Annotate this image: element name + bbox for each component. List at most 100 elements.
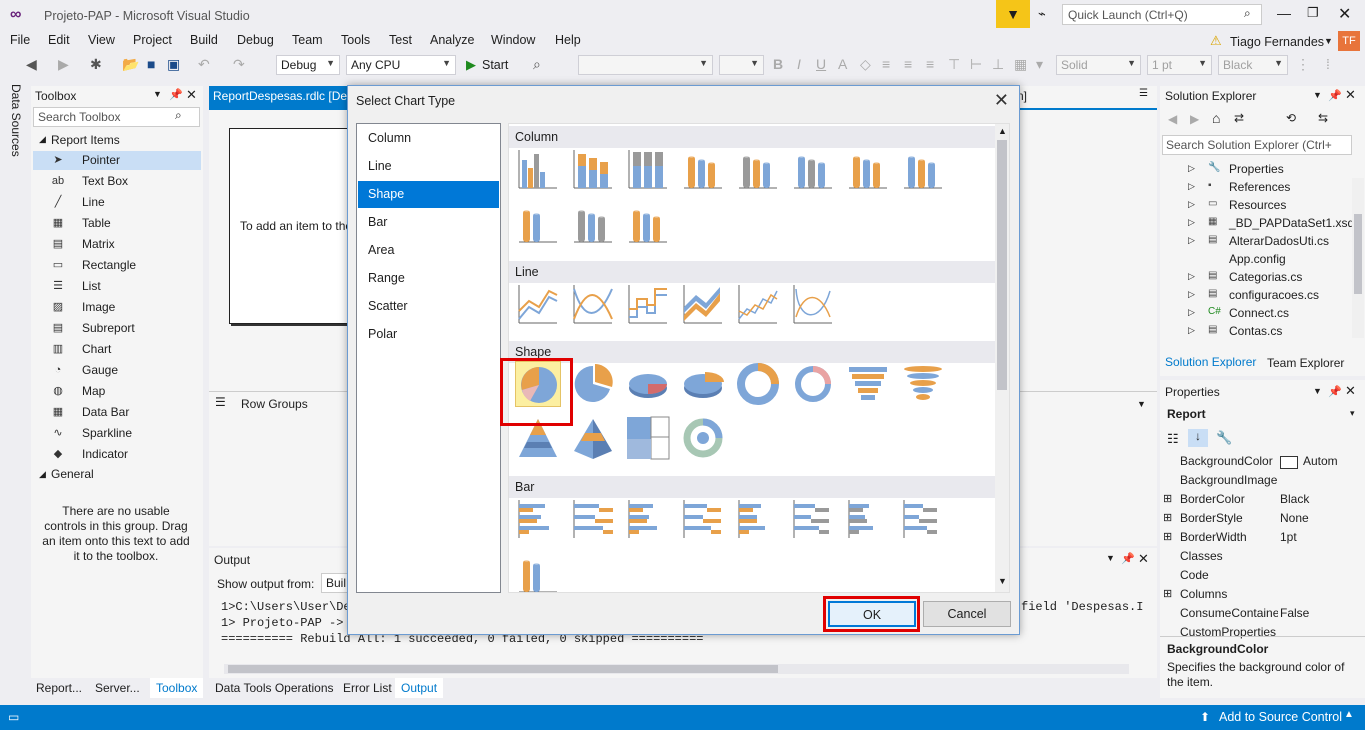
solution-item[interactable]: References (1229, 180, 1290, 194)
align-center-icon[interactable]: ≡ (904, 56, 912, 72)
refresh-icon[interactable]: ⇆ (1318, 111, 1328, 125)
layout-icon[interactable]: ⋮ (1296, 56, 1310, 73)
close-icon[interactable]: ✕ (1345, 87, 1356, 103)
shape-chart-thumbnail[interactable] (735, 361, 781, 407)
data-sources-tab[interactable]: Data Sources (0, 78, 30, 678)
solution-item[interactable]: Contas.cs (1229, 324, 1282, 338)
properties-object-select[interactable]: Report (1162, 404, 1362, 424)
column-chart-thumbnail[interactable] (570, 200, 616, 246)
user-name[interactable]: Tiago Fernandes (1230, 35, 1324, 49)
align-bottom-icon[interactable]: ⊥ (992, 56, 1004, 73)
category-area[interactable]: Area (358, 237, 499, 264)
expand-arrow-icon[interactable]: ▷ (1188, 289, 1195, 300)
solution-item[interactable]: Properties (1229, 162, 1284, 176)
close-icon[interactable]: ✕ (994, 90, 1009, 111)
menu-view[interactable]: View (88, 33, 115, 47)
property-row[interactable]: ⊞ BorderStyle None (1160, 511, 1350, 530)
menu-window[interactable]: Window (491, 33, 535, 47)
shape-chart-thumbnail[interactable] (625, 415, 671, 461)
avatar[interactable]: TF (1338, 31, 1360, 51)
close-window-button[interactable]: ✕ (1338, 4, 1351, 24)
report-body[interactable]: To add an item to the (229, 128, 359, 324)
bar-chart-thumbnail[interactable] (735, 496, 781, 542)
column-chart-thumbnail[interactable] (625, 200, 671, 246)
expand-icon[interactable]: ⊞ (1163, 511, 1172, 524)
property-value[interactable]: Black (1280, 492, 1309, 506)
chevron-down-icon[interactable]: ▼ (153, 89, 162, 99)
menu-test[interactable]: Test (389, 33, 412, 47)
shape-chart-thumbnail[interactable] (790, 361, 836, 407)
shape-chart-thumbnail[interactable] (900, 361, 946, 407)
chevron-up-icon[interactable]: ▲ (1344, 709, 1354, 720)
category-range[interactable]: Range (358, 265, 499, 292)
forward-icon[interactable]: ▶ (1190, 112, 1199, 126)
line-chart-thumbnail[interactable] (625, 281, 671, 327)
bar-chart-thumbnail[interactable] (570, 496, 616, 542)
tab-output[interactable]: Output (395, 678, 444, 698)
find-icon[interactable]: ⌕ (533, 56, 541, 73)
solution-search-input[interactable]: Search Solution Explorer (Ctrl+ (1162, 135, 1352, 155)
column-chart-thumbnail[interactable] (735, 146, 781, 192)
menu-analyze[interactable]: Analyze (430, 33, 474, 47)
back-icon[interactable]: ◀ (26, 56, 37, 73)
bar-chart-thumbnail[interactable] (515, 496, 561, 542)
italic-icon[interactable]: I (797, 56, 801, 72)
property-row[interactable]: BackgroundColor Autom (1160, 454, 1350, 473)
tab-toolbox[interactable]: Toolbox (150, 678, 204, 698)
chevron-down-icon[interactable]: ▼ (1137, 399, 1146, 409)
tab-team-explorer[interactable]: Team Explorer (1267, 356, 1344, 370)
column-chart-thumbnail[interactable] (900, 146, 946, 192)
start-icon[interactable]: ▶ (466, 57, 476, 73)
chevron-down-icon[interactable]: ▼ (1324, 36, 1333, 46)
add-to-source-control[interactable]: Add to Source Control (1219, 710, 1342, 724)
bar-chart-thumbnail[interactable] (845, 496, 891, 542)
expand-icon[interactable]: ◢ (39, 469, 46, 480)
pin-icon[interactable]: 📌 (1121, 552, 1135, 565)
shape-chart-thumbnail[interactable] (680, 415, 726, 461)
solution-item[interactable]: _BD_PAPDataSet1.xsd (1229, 216, 1354, 230)
column-chart-thumbnail[interactable] (845, 146, 891, 192)
category-scatter[interactable]: Scatter (358, 293, 499, 320)
pin-icon[interactable]: 📌 (169, 88, 183, 101)
redo-icon[interactable]: ↷ (233, 56, 245, 73)
chevron-down-icon[interactable]: ▼ (1313, 90, 1322, 100)
category-shape[interactable]: Shape (358, 181, 499, 208)
shape-chart-thumbnail[interactable] (845, 361, 891, 407)
expand-arrow-icon[interactable]: ▷ (1188, 325, 1195, 336)
menu-help[interactable]: Help (555, 33, 581, 47)
solution-item[interactable]: Categorias.cs (1229, 270, 1302, 284)
expand-arrow-icon[interactable]: ▷ (1188, 163, 1195, 174)
quick-launch-input[interactable]: Quick Launch (Ctrl+Q) (1062, 4, 1262, 25)
category-polar[interactable]: Polar (358, 321, 499, 348)
chevron-down-icon[interactable]: ▾ (1350, 408, 1355, 419)
feedback-icon[interactable]: ⌁ (1038, 6, 1046, 22)
expand-arrow-icon[interactable]: ▷ (1188, 271, 1195, 282)
tab-server-explorer[interactable]: Server... (89, 678, 146, 698)
line-chart-thumbnail[interactable] (680, 281, 726, 327)
open-file-icon[interactable]: 📂 (122, 56, 139, 73)
group-general[interactable]: General (51, 467, 94, 481)
border-width-select[interactable]: 1 pt ▼ (1147, 55, 1212, 75)
property-row[interactable]: Classes (1160, 549, 1350, 568)
color-swatch[interactable] (1280, 456, 1298, 469)
tab-report-data[interactable]: Report... (30, 678, 88, 698)
back-icon[interactable]: ◀ (1168, 112, 1177, 126)
pin-icon[interactable]: 📌 (1328, 89, 1342, 102)
property-row[interactable]: ConsumeContainer False (1160, 606, 1350, 625)
column-chart-thumbnail[interactable] (790, 146, 836, 192)
categorized-icon[interactable]: ☷ (1167, 431, 1179, 447)
chevron-down-icon[interactable]: ▼ (1313, 386, 1322, 396)
font-size-select[interactable]: ▼ (719, 55, 764, 75)
config-select[interactable]: Debug ▼ (276, 55, 340, 75)
align-middle-icon[interactable]: ⊢ (970, 56, 982, 73)
line-chart-thumbnail[interactable] (735, 281, 781, 327)
close-icon[interactable]: ✕ (186, 87, 197, 103)
font-color-icon[interactable]: A (838, 56, 847, 72)
expand-icon[interactable]: ◢ (39, 134, 46, 145)
history-icon[interactable]: ⟲ (1286, 111, 1296, 125)
border-dropdown-icon[interactable]: ▾ (1036, 56, 1043, 73)
expand-arrow-icon[interactable]: ▷ (1188, 217, 1195, 228)
bar-chart-thumbnail[interactable] (515, 550, 561, 592)
maximize-button[interactable]: ❐ (1307, 5, 1319, 21)
expand-icon[interactable]: ⊞ (1163, 530, 1172, 543)
